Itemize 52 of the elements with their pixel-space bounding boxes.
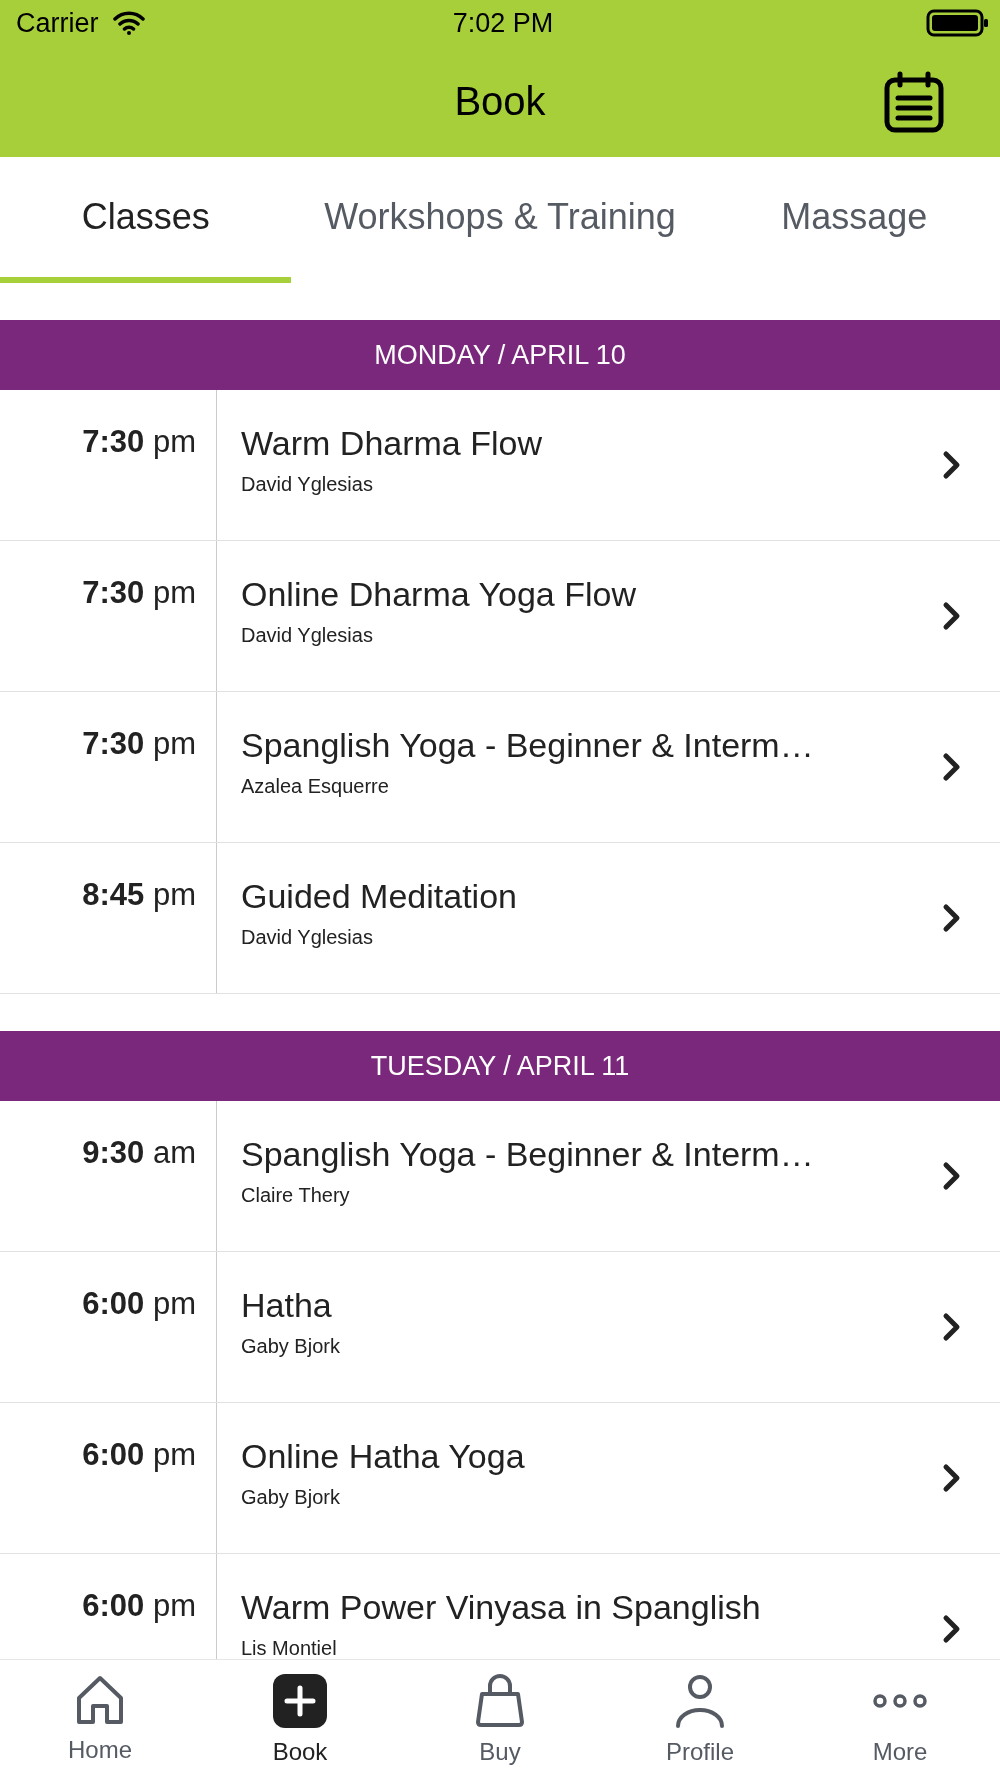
tab[interactable]: Massage <box>708 157 1000 283</box>
class-title: Spanglish Yoga - Beginner & Interm… <box>241 1135 815 1174</box>
nav-tab[interactable]: More <box>800 1660 1000 1778</box>
class-time: 8:45 pm <box>0 843 217 993</box>
teacher-name: David Yglesias <box>241 624 374 647</box>
class-time: 6:00 pm <box>0 1252 217 1402</box>
teacher-name: David Yglesias <box>241 473 374 496</box>
chevron-right-icon[interactable] <box>942 752 962 782</box>
class-title: Spanglish Yoga - Beginner & Interm… <box>241 726 815 765</box>
plus-icon <box>273 1674 327 1728</box>
bag-icon <box>474 1674 526 1728</box>
nav-tab[interactable]: Profile <box>600 1660 800 1778</box>
calendar-button[interactable] <box>884 70 944 133</box>
chevron-right-icon[interactable] <box>942 1463 962 1493</box>
class-title: Warm Power Vinyasa in Spanglish <box>241 1588 762 1627</box>
wifi-icon <box>112 11 145 35</box>
more-icon <box>872 1694 928 1708</box>
teacher-name: Gaby Bjork <box>241 1486 341 1509</box>
day-header: MONDAY / APRIL 10 <box>0 320 1000 390</box>
class-time: 7:30 pm <box>0 541 217 691</box>
page-title: Book <box>454 79 546 124</box>
day-header: TUESDAY / APRIL 11 <box>0 1031 1000 1101</box>
nav-tab[interactable]: Home <box>0 1660 200 1778</box>
class-time: 7:30 pm <box>0 390 217 540</box>
class-time: 9:30 am <box>0 1101 217 1251</box>
teacher-name: Claire Thery <box>241 1184 351 1207</box>
teacher-name: Gaby Bjork <box>241 1335 341 1358</box>
teacher-name: Azalea Esquerre <box>241 775 390 798</box>
chevron-right-icon[interactable] <box>942 1312 962 1342</box>
class-time: 7:30 pm <box>0 692 217 842</box>
nav-tab[interactable]: Book <box>200 1660 400 1778</box>
chevron-right-icon[interactable] <box>942 903 962 933</box>
class-title: Warm Dharma Flow <box>241 424 543 463</box>
status-time: 7:02 PM <box>452 7 554 39</box>
person-icon <box>675 1674 725 1728</box>
chevron-right-icon[interactable] <box>942 601 962 631</box>
home-icon <box>75 1674 125 1726</box>
chevron-right-icon[interactable] <box>942 450 962 480</box>
nav-tab[interactable]: Buy <box>400 1660 600 1778</box>
chevron-right-icon[interactable] <box>942 1614 962 1644</box>
battery-icon <box>926 9 990 37</box>
class-title: Online Dharma Yoga Flow <box>241 575 637 614</box>
chevron-right-icon[interactable] <box>942 1161 962 1191</box>
class-title: Hatha <box>241 1286 333 1325</box>
tab[interactable]: Classes <box>0 157 292 283</box>
teacher-name: David Yglesias <box>241 926 374 949</box>
tab[interactable]: Workshops & Training <box>291 157 709 283</box>
class-time: 6:00 pm <box>0 1403 217 1553</box>
teacher-name: Lis Montiel <box>241 1637 338 1659</box>
class-title: Online Hatha Yoga <box>241 1437 526 1476</box>
class-title: Guided Meditation <box>241 877 518 916</box>
carrier-label: Carrier <box>16 7 99 39</box>
